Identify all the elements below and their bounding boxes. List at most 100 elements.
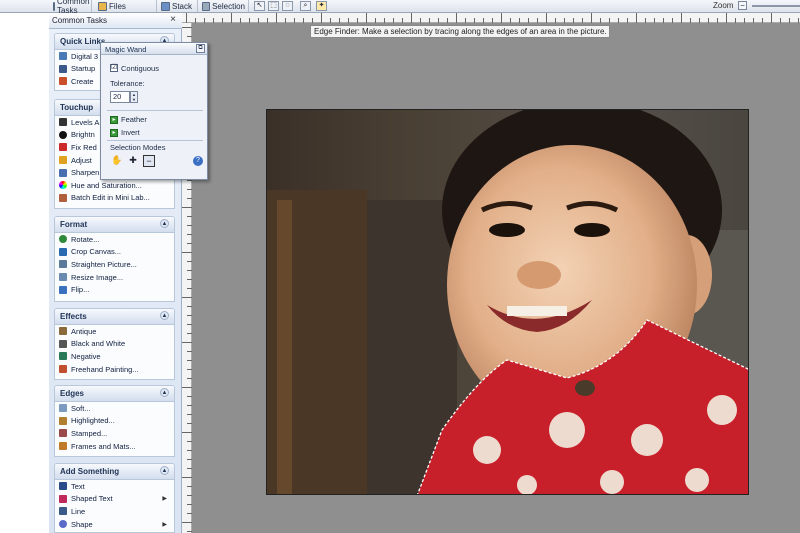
child-portrait-photo [267,110,748,494]
pane-title: Common Tasks [52,16,107,25]
list-item[interactable]: Soft... [55,402,174,415]
list-item[interactable]: Shape ▶ [55,518,174,531]
invert-icon: ▸ [110,129,118,138]
list-item[interactable]: Resize Image... [55,271,174,284]
list-item[interactable]: Batch Edit in Mini Lab... [55,192,174,205]
sharpen-icon [59,168,67,177]
files-icon [98,1,107,11]
crop-icon [59,247,67,256]
list-item[interactable]: Negative [55,350,174,363]
list-item[interactable]: Shaped Text ▶ [55,493,174,506]
contiguous-label: Contiguous [121,64,159,73]
frames-icon [59,442,67,451]
list-item[interactable]: Flip... [55,283,174,296]
feather-button[interactable]: ▸ Feather [110,115,147,125]
list-item[interactable]: Rotate... [55,233,174,246]
chevron-up-icon[interactable]: ▲ [160,311,169,320]
ruler-tick [771,13,772,23]
group-edges: Edges ▲ Soft... Highlighted... Stamped..… [54,385,175,457]
list-item[interactable]: Black and White [55,338,174,351]
magic-wand-dialog: Magic Wand ⧉ ☑ Contiguous Tolerance: 20 … [100,42,208,180]
pointer-tool[interactable]: ↖ [254,1,265,11]
list-item[interactable]: Freehand Painting... [55,363,174,376]
hand-icon: ✋ [111,155,123,165]
horizontal-ruler [182,13,800,23]
group-title: Effects [60,312,87,321]
ruler-tick [186,13,187,23]
list-item[interactable]: Antique [55,325,174,338]
magic-wand-tool[interactable]: ✦ [316,1,327,11]
group-header[interactable]: Add Something ▲ [55,464,174,480]
ruler-tick [726,13,727,23]
new-selection-mode-button[interactable]: ✋ [111,155,123,167]
list-item[interactable]: Highlighted... [55,415,174,428]
list-item[interactable]: Stamped... [55,427,174,440]
lasso-tool[interactable]: ◌ [282,1,293,11]
shaped-text-icon [59,494,67,503]
chevron-right-icon: ▶ [162,521,167,528]
list-item[interactable]: Line [55,505,174,518]
adjust-icon [59,156,67,165]
red-eye-icon [59,143,67,152]
left-margin [0,13,49,533]
group-header[interactable]: Edges ▲ [55,386,174,402]
group-effects: Effects ▲ Antique Black and White Negati… [54,308,175,380]
add-selection-mode-button[interactable]: ✚ [127,155,139,167]
tab-selection[interactable]: Selection [199,0,249,12]
list-item[interactable]: Frames and Mats... [55,440,174,453]
selection-icon [202,1,211,11]
edge-finder-tool[interactable]: ⌕ [300,1,311,11]
chevron-up-icon[interactable]: ▲ [160,388,169,397]
help-icon[interactable]: ? [193,156,203,166]
list-item[interactable]: Crop Canvas... [55,246,174,259]
highlighted-icon [59,416,67,425]
ruler-tick [501,13,502,23]
zoom-out-button[interactable]: − [738,1,747,10]
edge-finder-tooltip: Edge Finder: Make a selection by tracing… [310,25,610,38]
batch-icon [59,193,67,202]
ruler-tick [182,252,192,253]
invert-button[interactable]: ▸ Invert [110,128,140,138]
tolerance-stepper[interactable]: ▲ ▼ [130,91,138,103]
ruler-tick [411,13,412,23]
line-icon [59,507,67,516]
flip-icon [59,285,67,294]
divider [107,140,203,141]
stack-icon [161,1,170,11]
chevron-up-icon[interactable]: ▲ [160,219,169,228]
ruler-tick [182,297,192,298]
tab-files[interactable]: Files [95,0,157,12]
painting-icon [59,365,67,374]
ruler-tick [182,522,192,523]
contiguous-checkbox[interactable]: ☑ [110,64,118,72]
list-item[interactable]: Text [55,480,174,493]
group-title: Add Something [60,467,120,476]
group-title: Touchup [60,103,94,112]
ruler-tick [182,342,192,343]
group-header[interactable]: Effects ▲ [55,309,174,325]
subtract-selection-mode-button[interactable]: − [143,155,155,167]
zoom-slider[interactable] [752,5,800,7]
levels-icon [59,118,67,127]
chevron-up-icon[interactable]: ▲ [160,466,169,475]
group-header[interactable]: Format ▲ [55,217,174,233]
tab-stack[interactable]: Stack [158,0,198,12]
common-tasks-icon [53,1,55,11]
tab-common-tasks[interactable]: Common Tasks [50,0,92,15]
feather-icon: ▸ [110,116,118,125]
minus-icon: − [146,156,152,166]
create-icon [59,77,67,86]
dialog-header[interactable]: Magic Wand ⧉ [101,43,207,55]
straighten-icon [59,260,67,269]
select-tool[interactable]: ⬚ [268,1,279,11]
list-item[interactable]: Straighten Picture... [55,258,174,271]
ruler-tick [366,13,367,23]
photo-canvas[interactable] [266,109,749,495]
tolerance-input[interactable]: 20 [110,91,130,103]
dock-icon[interactable]: ⧉ [196,44,205,53]
group-format: Format ▲ Rotate... Crop Canvas... Straig… [54,216,175,302]
ruler-tick [591,13,592,23]
close-icon[interactable]: × [167,14,179,26]
list-item[interactable]: Hue and Saturation... [55,179,174,192]
lasso-icon: ◌ [285,2,290,9]
